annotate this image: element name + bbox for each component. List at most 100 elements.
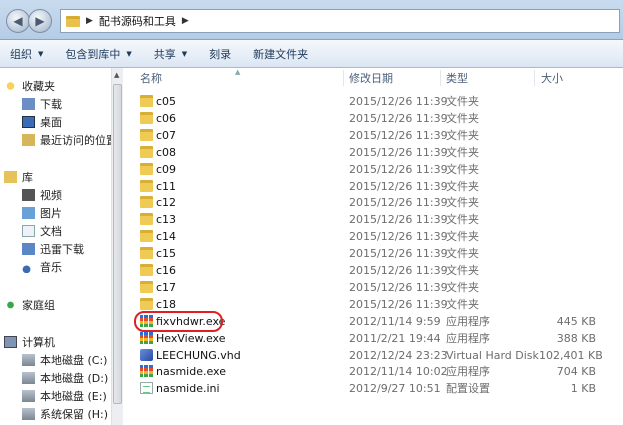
file-name: c12 [156, 196, 177, 210]
file-date: 2015/12/26 11:39 [349, 213, 448, 227]
file-type: 文件夹 [446, 95, 479, 108]
nav-music[interactable]: 音乐 [22, 258, 62, 276]
column-header-type[interactable]: 类型 [446, 68, 536, 88]
file-list: ▲ 名称 修改日期 类型 大小 c05 2015/12/26 11:39 文件夹 c0… [124, 68, 623, 425]
file-type: 文件夹 [446, 213, 479, 227]
nav-favorites[interactable]: 收藏夹 [4, 77, 55, 95]
organize-button[interactable]: 组织 ▼ [10, 46, 43, 62]
file-size [539, 93, 596, 110]
nav-thunder[interactable]: 迅雷下载 [22, 240, 84, 258]
file-size [539, 110, 596, 127]
scrollbar-thumb[interactable] [113, 84, 122, 404]
file-type: 应用程序 [446, 365, 490, 379]
folder-icon [140, 111, 153, 124]
file-size [539, 262, 596, 279]
nav-scrollbar[interactable]: ▲ [111, 68, 123, 425]
nav-disk-d[interactable]: 本地磁盘 (D:) [22, 369, 108, 387]
folder-icon [140, 297, 153, 310]
nav-libraries[interactable]: 库 [4, 168, 33, 186]
nav-disk-h[interactable]: 系统保留 (H:) [22, 405, 108, 423]
file-type: 文件夹 [446, 179, 479, 193]
file-name: HexView.exe [156, 331, 226, 345]
file-row[interactable]: c09 2015/12/26 11:39 文件夹 [124, 161, 623, 178]
file-row[interactable]: c07 2015/12/26 11:39 文件夹 [124, 127, 623, 144]
folder-icon [140, 196, 153, 209]
file-row[interactable]: c13 2015/12/26 11:39 文件夹 [124, 211, 623, 228]
file-row[interactable]: c06 2015/12/26 11:39 文件夹 [124, 110, 623, 127]
file-name: nasmide.ini [156, 382, 220, 396]
file-type: 文件夹 [446, 230, 479, 244]
library-icon [4, 171, 17, 183]
arrow-right-icon: ▶ [35, 14, 45, 28]
file-row[interactable]: c12 2015/12/26 11:39 文件夹 [124, 194, 623, 211]
share-button[interactable]: 共享 ▼ [154, 46, 187, 62]
column-label: 类型 [446, 72, 468, 85]
nav-disk-c[interactable]: 本地磁盘 (C:) [22, 351, 107, 369]
file-date: 2015/12/26 11:39 [349, 145, 448, 159]
column-label: 修改日期 [349, 72, 393, 85]
file-row[interactable]: c08 2015/12/26 11:39 文件夹 [124, 144, 623, 161]
breadcrumb-separator-icon[interactable]: ▶ [182, 16, 189, 26]
folder-icon [140, 264, 153, 276]
nav-documents[interactable]: 文档 [22, 222, 62, 240]
nav-videos[interactable]: 视频 [22, 186, 62, 204]
breadcrumb-current[interactable]: 配书源码和工具 [99, 13, 176, 29]
column-divider[interactable] [440, 70, 441, 86]
nav-homegroup[interactable]: 家庭组 [4, 296, 55, 314]
file-name: c11 [156, 179, 177, 193]
file-row[interactable]: nasmide.exe 2012/11/14 10:02 应用程序 704 KB [124, 363, 623, 380]
scroll-up-icon[interactable]: ▲ [114, 71, 119, 79]
file-type: 文件夹 [446, 264, 479, 277]
download-folder-icon [22, 98, 35, 110]
file-name: c07 [156, 128, 177, 142]
file-row[interactable]: c15 2015/12/26 11:39 文件夹 [124, 245, 623, 262]
chevron-down-icon: ▼ [181, 49, 188, 58]
burn-button[interactable]: 刻录 [209, 46, 231, 62]
arrow-left-icon: ◀ [13, 14, 23, 28]
file-row[interactable]: nasmide.ini 2012/9/27 10:51 配置设置 1 KB [124, 380, 623, 397]
video-icon [22, 189, 35, 201]
file-type: 文件夹 [446, 247, 479, 261]
file-name: c13 [156, 213, 177, 227]
file-name: c06 [156, 111, 177, 125]
file-size: 102,401 KB [539, 348, 603, 362]
title-bar: ◀ ▶ ▶ 配书源码和工具 ▶ [0, 0, 623, 40]
file-row[interactable]: c17 2015/12/26 11:39 文件夹 [124, 279, 623, 296]
column-divider[interactable] [343, 70, 344, 86]
column-label: 名称 [140, 72, 162, 85]
file-date: 2015/12/26 11:39 [349, 297, 448, 311]
column-header-name[interactable]: 名称 [140, 68, 330, 88]
file-date: 2011/2/21 19:44 [349, 331, 441, 345]
breadcrumb-separator-icon[interactable]: ▶ [86, 16, 93, 26]
nav-disk-e[interactable]: 本地磁盘 (E:) [22, 387, 107, 405]
file-date: 2012/12/24 23:23 [349, 348, 448, 362]
column-divider[interactable] [534, 70, 535, 86]
new-folder-button[interactable]: 新建文件夹 [253, 46, 308, 62]
file-row[interactable]: HexView.exe 2011/2/21 19:44 应用程序 388 KB [124, 330, 623, 347]
file-size: 388 KB [556, 331, 596, 345]
file-name: c17 [156, 280, 177, 294]
file-type: 应用程序 [446, 314, 490, 328]
nav-pictures[interactable]: 图片 [22, 204, 62, 222]
file-row[interactable]: LEECHUNG.vhd 2012/12/24 23:23 Virtual Hard… [124, 347, 623, 364]
music-icon [22, 261, 35, 273]
address-bar[interactable]: ▶ 配书源码和工具 ▶ [60, 9, 620, 33]
include-library-button[interactable]: 包含到库中 ▼ [65, 46, 131, 62]
nav-downloads[interactable]: 下载 [22, 95, 62, 113]
nav-computer[interactable]: 计算机 [4, 333, 55, 351]
back-button[interactable]: ◀ [6, 9, 30, 33]
command-bar: 组织 ▼ 包含到库中 ▼ 共享 ▼ 刻录 新建文件夹 [0, 40, 623, 68]
nav-recent[interactable]: 最近访问的位置 [22, 131, 117, 149]
file-row[interactable]: c11 2015/12/26 11:39 文件夹 [124, 178, 623, 195]
thunder-icon [22, 243, 35, 255]
column-header-date[interactable]: 修改日期 [349, 68, 439, 88]
folder-icon [140, 95, 153, 107]
computer-icon [4, 336, 17, 348]
file-type: 文件夹 [446, 145, 479, 159]
file-row[interactable]: c05 2015/12/26 11:39 文件夹 [124, 93, 623, 110]
nav-desktop[interactable]: 桌面 [22, 113, 62, 131]
column-header-size[interactable]: 大小 [541, 68, 601, 88]
file-row[interactable]: c16 2015/12/26 11:39 文件夹 [124, 262, 623, 279]
forward-button[interactable]: ▶ [28, 9, 52, 33]
file-row[interactable]: c14 2015/12/26 11:39 文件夹 [124, 228, 623, 245]
